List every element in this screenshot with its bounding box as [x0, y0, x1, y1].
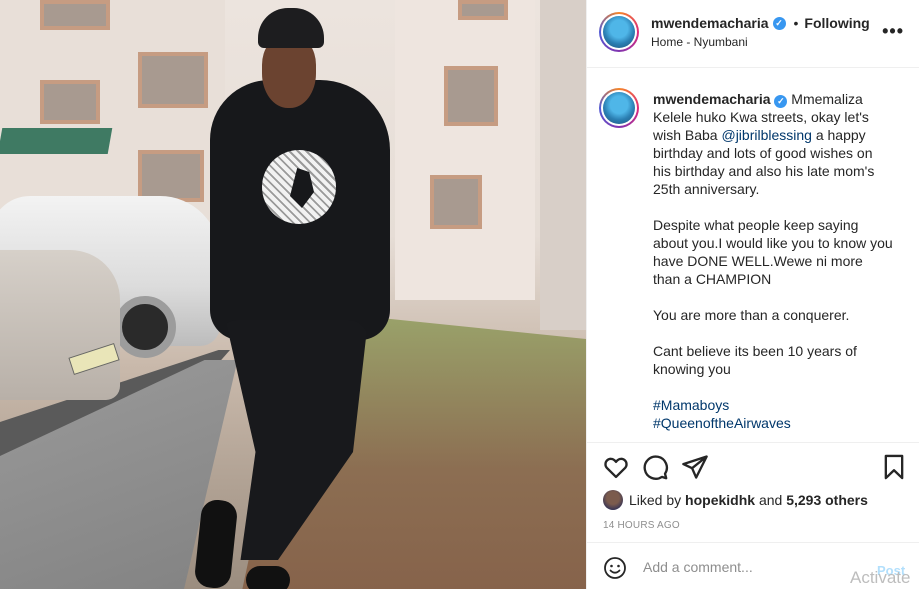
caption-text: mwendemacharia ✓ Mmemaliza Kelele huko K… — [653, 90, 893, 432]
comment-icon[interactable] — [641, 453, 669, 481]
mention-link[interactable]: @jibrilblessing — [721, 127, 811, 143]
author-username[interactable]: mwendemacharia — [651, 15, 769, 31]
separator-dot: • — [793, 15, 799, 31]
person-shoe — [193, 498, 239, 589]
post-location[interactable]: Home - Nyumbani — [651, 35, 748, 49]
verified-badge-icon: ✓ — [774, 95, 788, 108]
following-button[interactable]: Following — [804, 15, 869, 31]
car-wheel — [114, 296, 176, 358]
liker-avatar[interactable] — [603, 490, 623, 510]
post-header: mwendemacharia ✓ • Following Home - Nyum… — [587, 0, 919, 68]
building-far — [540, 0, 586, 330]
post-photo[interactable] — [0, 0, 586, 589]
building-window — [40, 80, 100, 124]
smiley-icon[interactable] — [603, 556, 627, 580]
building-window — [40, 0, 110, 30]
parked-car — [0, 250, 120, 400]
more-options-icon[interactable]: ••• — [882, 22, 904, 40]
share-icon[interactable] — [681, 453, 709, 481]
person-cap — [258, 8, 324, 48]
hashtag-link[interactable]: #Mamaboys — [653, 397, 729, 413]
caption-body: a happy birthday and lots of good wishes… — [653, 127, 893, 377]
building-window — [444, 66, 498, 126]
author-avatar[interactable] — [599, 12, 639, 52]
building-window — [138, 52, 208, 108]
comment-bar: Post Activate — [587, 542, 919, 589]
building-window — [458, 0, 508, 20]
building-right — [395, 0, 535, 300]
likes-count[interactable]: 5,293 others — [786, 492, 868, 508]
building-window — [430, 175, 482, 229]
post-panel: mwendemacharia ✓ • Following Home - Nyum… — [586, 0, 919, 589]
comment-input[interactable] — [643, 556, 863, 578]
person-shoe — [246, 566, 290, 589]
verified-badge-icon: ✓ — [772, 16, 786, 30]
caption-area: mwendemacharia ✓ Mmemaliza Kelele huko K… — [587, 68, 919, 442]
action-bar: Liked by hopekidhk and 5,293 others 14 H… — [587, 442, 919, 542]
activate-windows-watermark: Activate — [850, 568, 911, 587]
likes-summary: Liked by hopekidhk and 5,293 others — [603, 490, 868, 510]
awning — [0, 128, 113, 154]
caption-username[interactable]: mwendemacharia — [653, 91, 771, 107]
building-window — [138, 150, 204, 202]
post-timestamp[interactable]: 14 HOURS AGO — [603, 520, 680, 531]
bookmark-icon[interactable] — [880, 453, 908, 481]
heart-icon[interactable] — [602, 453, 630, 481]
hashtag-link[interactable]: #QueenoftheAirwaves — [653, 415, 791, 431]
caption-author-avatar[interactable] — [599, 88, 639, 128]
liker-username[interactable]: hopekidhk — [685, 492, 755, 508]
